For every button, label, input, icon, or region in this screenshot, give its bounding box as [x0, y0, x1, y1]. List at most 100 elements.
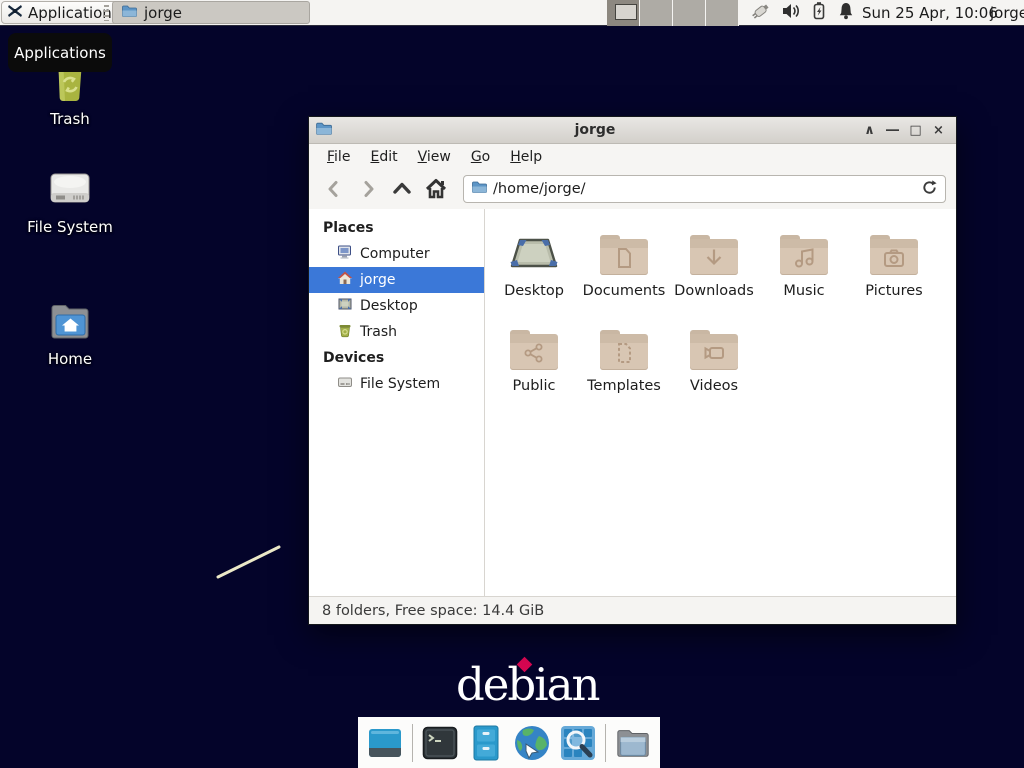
volume-icon[interactable] — [781, 1, 801, 25]
sidebar-item-label: Computer — [360, 246, 430, 262]
folder-public-icon — [510, 330, 558, 370]
desktop-icon-label: Trash — [22, 110, 118, 128]
desktop-icon-label: File System — [22, 218, 118, 236]
taskbar-window-label: jorge — [144, 4, 182, 22]
workspace-4[interactable] — [706, 0, 739, 26]
file-item-downloads[interactable]: Downloads — [669, 223, 759, 318]
directory-menu-icon[interactable] — [614, 724, 652, 762]
sidebar-item-jorge[interactable]: jorge — [309, 267, 484, 293]
folder-icon — [121, 3, 137, 23]
statusbar: 8 folders, Free space: 14.4 GiB — [309, 596, 956, 624]
file-item-public[interactable]: Public — [489, 318, 579, 413]
workspace-window-preview — [615, 4, 637, 20]
home-folder-icon — [22, 296, 118, 344]
trash-icon — [337, 322, 353, 342]
workspace-switcher[interactable] — [607, 0, 739, 26]
file-item-documents[interactable]: Documents — [579, 223, 669, 318]
window-folder-icon — [315, 120, 332, 141]
dock-separator — [605, 724, 606, 762]
address-folder-icon — [471, 179, 487, 199]
titlebar[interactable]: jorge ∧ ― □ × — [309, 117, 956, 144]
sidebar-item-label: Trash — [360, 324, 397, 340]
maximize-button[interactable]: □ — [904, 119, 927, 142]
file-label: Music — [759, 283, 849, 299]
workspace-3[interactable] — [673, 0, 706, 26]
sidebar-item-label: File System — [360, 376, 440, 392]
menubar: File Edit View Go Help — [309, 144, 956, 169]
notifications-bell-icon[interactable] — [837, 1, 855, 25]
up-button[interactable] — [387, 174, 417, 204]
address-bar[interactable] — [463, 175, 946, 203]
stray-line-artifact — [212, 541, 286, 583]
folder-documents-icon — [600, 235, 648, 275]
applications-menu-button[interactable]: Applications — [1, 1, 129, 24]
window-main: Places Computer — [309, 209, 956, 596]
workspace-2[interactable] — [640, 0, 673, 26]
folder-pictures-icon — [870, 235, 918, 275]
file-label: Documents — [579, 283, 669, 299]
sidebar-heading-places: Places — [309, 215, 484, 241]
app-finder-icon[interactable] — [559, 724, 597, 762]
sidebar-item-label: jorge — [360, 272, 395, 288]
file-item-templates[interactable]: Templates — [579, 318, 669, 413]
menu-edit[interactable]: Edit — [360, 147, 407, 167]
web-browser-icon[interactable] — [513, 724, 551, 762]
folder-templates-icon — [600, 330, 648, 370]
file-label: Pictures — [849, 283, 939, 299]
back-button[interactable] — [319, 174, 349, 204]
file-manager-window: jorge ∧ ― □ × File Edit View Go Help — [308, 116, 957, 625]
file-label: Desktop — [489, 283, 579, 299]
xfce-menu-icon — [7, 3, 23, 23]
taskbar-window-button[interactable]: jorge — [112, 1, 310, 24]
power-plug-icon[interactable] — [750, 1, 772, 25]
panel-handle[interactable] — [104, 5, 109, 21]
applications-tooltip: Applications — [8, 33, 112, 72]
drive-icon — [337, 374, 353, 394]
sidebar-item-desktop[interactable]: Desktop — [309, 293, 484, 319]
close-button[interactable]: × — [927, 119, 950, 142]
file-item-desktop[interactable]: Desktop — [489, 223, 579, 318]
computer-icon — [337, 244, 353, 264]
file-label: Templates — [579, 378, 669, 394]
forward-button[interactable] — [353, 174, 383, 204]
terminal-icon[interactable] — [421, 724, 459, 762]
sidebar-item-computer[interactable]: Computer — [309, 241, 484, 267]
system-tray — [750, 0, 855, 26]
sidebar-item-label: Desktop — [360, 298, 418, 314]
file-item-pictures[interactable]: Pictures — [849, 223, 939, 318]
desktop-icon-file-system[interactable]: File System — [22, 164, 118, 236]
dock-separator — [412, 724, 413, 762]
home-button[interactable] — [421, 174, 451, 204]
file-item-videos[interactable]: Videos — [669, 318, 759, 413]
shade-button[interactable]: ∧ — [858, 119, 881, 142]
panel-username[interactable]: jorge — [990, 0, 1024, 26]
sidebar-heading-devices: Devices — [309, 345, 484, 371]
file-grid: Desktop Documents Downloads — [485, 209, 956, 596]
workspace-1[interactable] — [607, 0, 640, 26]
desktop-trapezoid-icon — [489, 223, 579, 275]
menu-view[interactable]: View — [408, 147, 461, 167]
folder-downloads-icon — [690, 235, 738, 275]
menu-help[interactable]: Help — [500, 147, 552, 167]
minimize-button[interactable]: ― — [881, 119, 904, 142]
file-label: Public — [489, 378, 579, 394]
desktop-icon-home[interactable]: Home — [22, 296, 118, 368]
address-input[interactable] — [493, 181, 915, 197]
sidebar-item-trash[interactable]: Trash — [309, 319, 484, 345]
file-manager-icon[interactable] — [467, 724, 505, 762]
folder-music-icon — [780, 235, 828, 275]
bottom-dock — [358, 717, 660, 768]
show-desktop-icon[interactable] — [366, 724, 404, 762]
menu-file[interactable]: File — [317, 147, 360, 167]
menu-go[interactable]: Go — [461, 147, 500, 167]
file-item-music[interactable]: Music — [759, 223, 849, 318]
battery-charging-icon[interactable] — [810, 1, 828, 25]
file-label: Downloads — [669, 283, 759, 299]
desktop-icon-label: Home — [22, 350, 118, 368]
home-icon — [337, 270, 353, 290]
reload-icon[interactable] — [921, 179, 938, 200]
top-panel: Applications jorge — [0, 0, 1024, 26]
sidebar: Places Computer — [309, 209, 485, 596]
sidebar-item-file-system[interactable]: File System — [309, 371, 484, 397]
panel-clock[interactable]: Sun 25 Apr, 10:06 — [862, 0, 998, 26]
